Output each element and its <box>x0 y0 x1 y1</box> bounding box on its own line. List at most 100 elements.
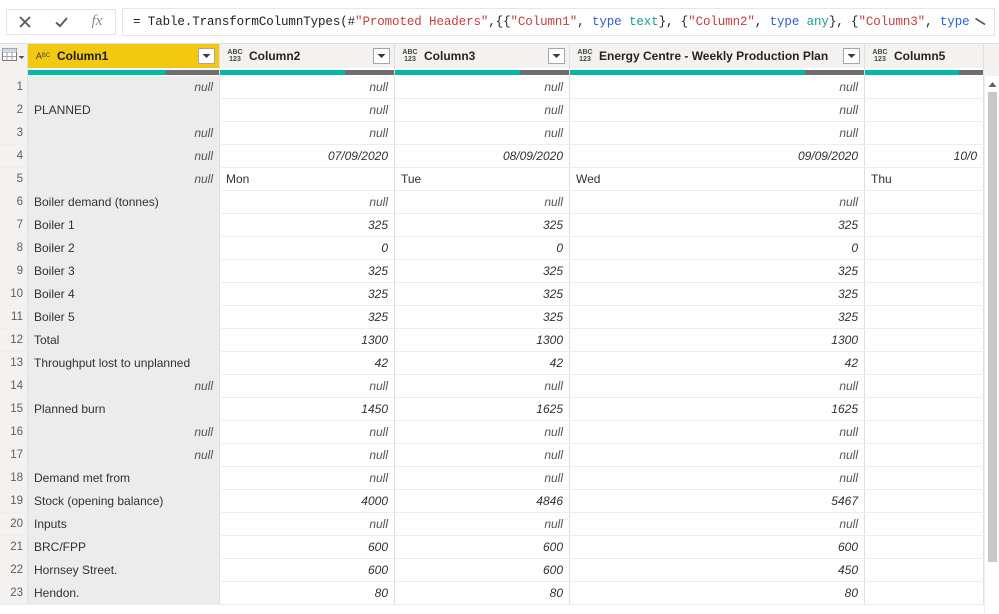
cell-r19-c1[interactable]: Stock (opening balance) <box>28 490 220 512</box>
cell-r19-c3[interactable]: 4846 <box>395 490 570 512</box>
cell-r10-c2[interactable]: 325 <box>220 283 395 305</box>
cell-r2-c1[interactable]: PLANNED <box>28 99 220 121</box>
cell-r14-c5[interactable] <box>865 375 984 397</box>
cell-r5-c2[interactable]: Mon <box>220 168 395 190</box>
cell-r4-c3[interactable]: 08/09/2020 <box>395 145 570 167</box>
column-header-5[interactable]: ABC 123 Column5 <box>865 44 984 68</box>
column-header-1[interactable]: A B C Column1 <box>28 44 220 68</box>
cell-r4-c1[interactable]: null <box>28 145 220 167</box>
cell-r17-c2[interactable]: null <box>220 444 395 466</box>
row-number[interactable]: 22 <box>0 559 28 581</box>
cell-r21-c5[interactable] <box>865 536 984 558</box>
row-number[interactable]: 23 <box>0 582 28 604</box>
cell-r16-c5[interactable] <box>865 421 984 443</box>
column-quality-bar-2[interactable] <box>220 68 395 76</box>
column-quality-bar-5[interactable] <box>865 68 984 76</box>
cell-r7-c1[interactable]: Boiler 1 <box>28 214 220 236</box>
row-number[interactable]: 2 <box>0 99 28 121</box>
column-header-4[interactable]: ABC 123 Energy Centre - Weekly Production … <box>570 44 865 68</box>
cell-r3-c4[interactable]: null <box>570 122 865 144</box>
row-number[interactable]: 1 <box>0 76 28 98</box>
cell-r23-c2[interactable]: 80 <box>220 582 395 604</box>
cell-r12-c4[interactable]: 1300 <box>570 329 865 351</box>
expand-formula-bar-button[interactable] <box>970 8 990 35</box>
cell-r6-c2[interactable]: null <box>220 191 395 213</box>
row-number[interactable]: 18 <box>0 467 28 489</box>
row-number[interactable]: 8 <box>0 237 28 259</box>
cell-r17-c4[interactable]: null <box>570 444 865 466</box>
cell-r12-c3[interactable]: 1300 <box>395 329 570 351</box>
cell-r23-c4[interactable]: 80 <box>570 582 865 604</box>
cell-r20-c5[interactable] <box>865 513 984 535</box>
cell-r16-c2[interactable]: null <box>220 421 395 443</box>
cell-r15-c3[interactable]: 1625 <box>395 398 570 420</box>
cell-r6-c4[interactable]: null <box>570 191 865 213</box>
cell-r9-c1[interactable]: Boiler 3 <box>28 260 220 282</box>
cell-r11-c1[interactable]: Boiler 5 <box>28 306 220 328</box>
cell-r23-c1[interactable]: Hendon. <box>28 582 220 604</box>
cell-r2-c4[interactable]: null <box>570 99 865 121</box>
cell-r21-c1[interactable]: BRC/FPP <box>28 536 220 558</box>
cell-r23-c5[interactable] <box>865 582 984 604</box>
row-number[interactable]: 21 <box>0 536 28 558</box>
cell-r13-c4[interactable]: 42 <box>570 352 865 374</box>
row-number[interactable]: 13 <box>0 352 28 374</box>
accept-formula-button[interactable] <box>43 10 79 34</box>
cell-r15-c1[interactable]: Planned burn <box>28 398 220 420</box>
cell-r5-c1[interactable]: null <box>28 168 220 190</box>
cell-r6-c3[interactable]: null <box>395 191 570 213</box>
cell-r5-c5[interactable]: Thu <box>865 168 984 190</box>
cell-r12-c5[interactable] <box>865 329 984 351</box>
cell-r2-c3[interactable]: null <box>395 99 570 121</box>
cell-r16-c1[interactable]: null <box>28 421 220 443</box>
cell-r9-c4[interactable]: 325 <box>570 260 865 282</box>
column-header-3[interactable]: ABC 123 Column3 <box>395 44 570 68</box>
scroll-up-button[interactable] <box>985 76 999 91</box>
row-number[interactable]: 9 <box>0 260 28 282</box>
cell-r11-c3[interactable]: 325 <box>395 306 570 328</box>
cell-r16-c4[interactable]: null <box>570 421 865 443</box>
cell-r18-c1[interactable]: Demand met from <box>28 467 220 489</box>
cell-r11-c4[interactable]: 325 <box>570 306 865 328</box>
cell-r20-c4[interactable]: null <box>570 513 865 535</box>
cell-r12-c1[interactable]: Total <box>28 329 220 351</box>
cell-r4-c5[interactable]: 10/0 <box>865 145 984 167</box>
cell-r4-c4[interactable]: 09/09/2020 <box>570 145 865 167</box>
cancel-formula-button[interactable] <box>7 10 43 34</box>
formula-input[interactable]: = Table.TransformColumnTypes(#"Promoted … <box>122 7 995 36</box>
cell-r7-c5[interactable] <box>865 214 984 236</box>
row-number[interactable]: 11 <box>0 306 28 328</box>
row-number[interactable]: 14 <box>0 375 28 397</box>
cell-r21-c2[interactable]: 600 <box>220 536 395 558</box>
cell-r6-c1[interactable]: Boiler demand (tonnes) <box>28 191 220 213</box>
cell-r11-c2[interactable]: 325 <box>220 306 395 328</box>
cell-r13-c1[interactable]: Throughput lost to unplanned <box>28 352 220 374</box>
cell-r17-c5[interactable] <box>865 444 984 466</box>
cell-r22-c5[interactable] <box>865 559 984 581</box>
cell-r10-c5[interactable] <box>865 283 984 305</box>
column-header-2[interactable]: ABC 123 Column2 <box>220 44 395 68</box>
cell-r13-c2[interactable]: 42 <box>220 352 395 374</box>
cell-r8-c1[interactable]: Boiler 2 <box>28 237 220 259</box>
cell-r9-c3[interactable]: 325 <box>395 260 570 282</box>
column-quality-bar-1[interactable] <box>28 68 220 76</box>
column-quality-bar-4[interactable] <box>570 68 865 76</box>
cell-r19-c4[interactable]: 5467 <box>570 490 865 512</box>
cell-r2-c5[interactable] <box>865 99 984 121</box>
cell-r9-c5[interactable] <box>865 260 984 282</box>
cell-r18-c2[interactable]: null <box>220 467 395 489</box>
cell-r1-c2[interactable]: null <box>220 76 395 98</box>
cell-r17-c1[interactable]: null <box>28 444 220 466</box>
cell-r5-c3[interactable]: Tue <box>395 168 570 190</box>
vertical-scrollbar-thumb[interactable] <box>988 92 997 562</box>
cell-r22-c1[interactable]: Hornsey Street. <box>28 559 220 581</box>
cell-r22-c2[interactable]: 600 <box>220 559 395 581</box>
row-number[interactable]: 4 <box>0 145 28 167</box>
cell-r20-c3[interactable]: null <box>395 513 570 535</box>
cell-r21-c3[interactable]: 600 <box>395 536 570 558</box>
cell-r22-c4[interactable]: 450 <box>570 559 865 581</box>
row-number[interactable]: 16 <box>0 421 28 443</box>
cell-r18-c5[interactable] <box>865 467 984 489</box>
row-number[interactable]: 17 <box>0 444 28 466</box>
cell-r3-c2[interactable]: null <box>220 122 395 144</box>
